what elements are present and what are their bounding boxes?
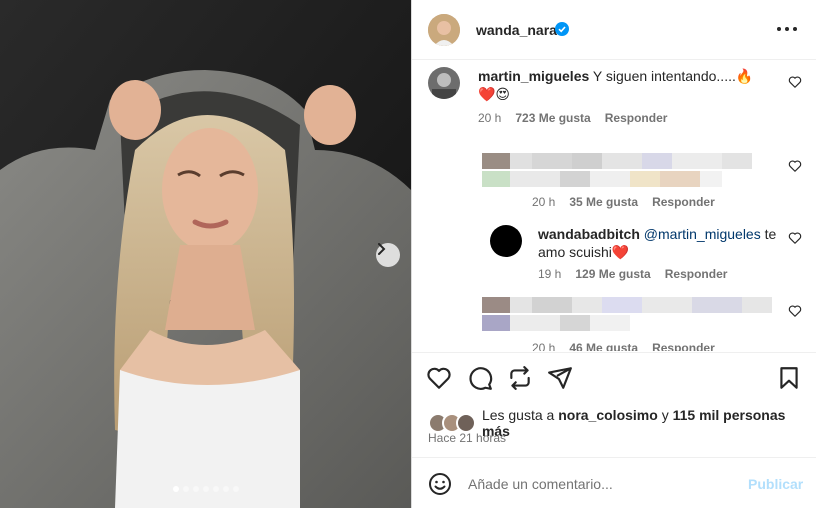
comment-likes[interactable]: 35 Me gusta xyxy=(569,195,638,209)
add-comment-bar: Publicar xyxy=(412,457,816,508)
blurred-comment-line xyxy=(482,171,722,187)
comment-time[interactable]: 19 h xyxy=(538,267,561,281)
comment-likes[interactable]: 129 Me gusta xyxy=(575,267,650,281)
comment-mention[interactable]: @martin_migueles xyxy=(644,226,761,242)
author-avatar[interactable] xyxy=(428,14,460,46)
carousel-dot xyxy=(202,486,209,492)
emoji-icon[interactable] xyxy=(428,472,452,496)
comment-likes[interactable]: 46 Me gusta xyxy=(569,341,638,351)
carousel-dot xyxy=(222,486,229,492)
publish-button[interactable]: Publicar xyxy=(748,476,803,492)
carousel-dot xyxy=(182,486,189,492)
reply-button[interactable]: Responder xyxy=(652,341,715,351)
share-icon[interactable] xyxy=(547,365,573,391)
comment-meta: 20 h 723 Me gusta Responder xyxy=(478,111,667,125)
comment-time[interactable]: 20 h xyxy=(532,195,555,209)
reply-button[interactable]: Responder xyxy=(665,267,728,281)
comment-username[interactable]: martin_migueles xyxy=(478,68,589,84)
carousel-dot xyxy=(172,486,179,492)
comment-input[interactable] xyxy=(468,472,728,496)
heart-icon[interactable] xyxy=(788,304,802,318)
portrait-illustration xyxy=(0,0,411,508)
comment-likes[interactable]: 723 Me gusta xyxy=(515,111,590,125)
more-options-button[interactable] xyxy=(776,18,798,40)
reply-button[interactable]: Responder xyxy=(605,111,668,125)
comments-list: martin_migueles Y siguen intentando.....… xyxy=(412,61,816,351)
comment-icon[interactable] xyxy=(467,365,493,391)
heart-icon[interactable] xyxy=(788,159,802,173)
carousel-dot xyxy=(232,486,239,492)
commenter-avatar[interactable] xyxy=(428,67,460,99)
heart-icon[interactable] xyxy=(426,365,452,391)
carousel-dot xyxy=(192,486,199,492)
commenter-avatar[interactable] xyxy=(490,225,522,257)
comment-time[interactable]: 20 h xyxy=(532,341,555,351)
chevron-right-icon xyxy=(378,243,386,255)
comment-meta: 20 h 46 Me gusta Responder xyxy=(532,341,715,351)
comment-meta: 19 h 129 Me gusta Responder xyxy=(538,267,727,281)
comment-meta: 20 h 35 Me gusta Responder xyxy=(532,195,715,209)
blurred-comment-avatar-and-text xyxy=(482,153,752,169)
blurred-comment-line xyxy=(482,315,630,331)
post-actions: Les gusta a nora_colosimo y 115 mil pers… xyxy=(412,352,816,456)
post-header: wanda_nara xyxy=(412,0,816,60)
comment-body: martin_migueles Y siguen intentando.....… xyxy=(478,67,768,103)
author-username[interactable]: wanda_nara xyxy=(476,22,557,38)
blurred-comment-avatar-and-text xyxy=(482,297,772,313)
bookmark-icon[interactable] xyxy=(776,365,802,391)
liker-avatars xyxy=(428,413,480,433)
comment-body: wandabadbitch @martin_migueles te amo sc… xyxy=(538,225,778,261)
carousel-next-button[interactable] xyxy=(376,243,400,267)
verified-icon xyxy=(555,22,569,36)
likes-text: Les gusta a nora_colosimo y 115 mil pers… xyxy=(481,407,786,439)
liker-avatar xyxy=(456,413,476,433)
heart-icon[interactable] xyxy=(788,231,802,245)
heart-icon[interactable] xyxy=(788,75,802,89)
more-icon xyxy=(777,27,797,31)
post-timestamp[interactable]: Hace 21 horas xyxy=(428,431,506,445)
liker-username[interactable]: nora_colosimo xyxy=(558,407,658,423)
comment-time[interactable]: 20 h xyxy=(478,111,501,125)
repost-icon[interactable] xyxy=(507,365,533,391)
comment-username[interactable]: wandabadbitch xyxy=(538,226,640,242)
carousel-dot xyxy=(212,486,219,492)
post-side-panel: wanda_nara martin_migueles Y siguen inte… xyxy=(411,0,816,508)
reply-button[interactable]: Responder xyxy=(652,195,715,209)
carousel-dots xyxy=(0,486,411,492)
instagram-post-view: wanda_nara martin_migueles Y siguen inte… xyxy=(0,0,816,508)
post-photo[interactable] xyxy=(0,0,411,508)
